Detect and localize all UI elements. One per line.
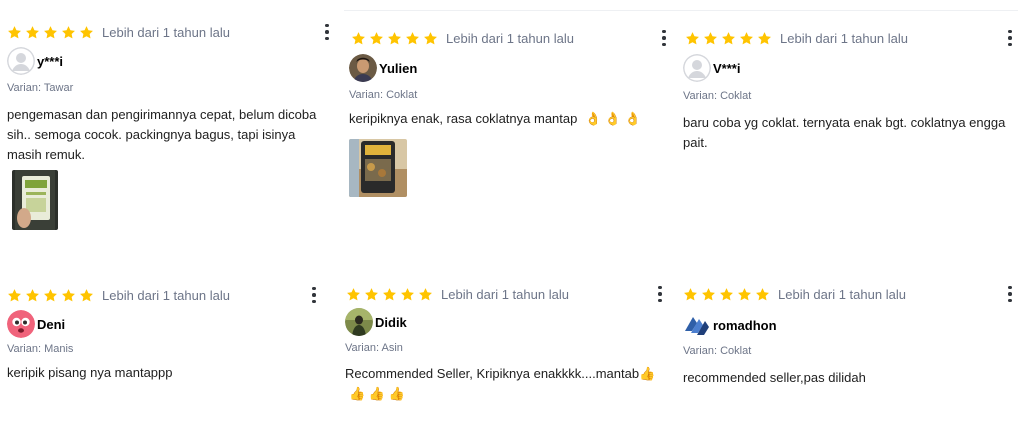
star-icon — [382, 287, 397, 302]
review-card: Lebih dari 1 tahun lalu Didik Varian: As… — [344, 283, 678, 418]
star-icon — [43, 25, 58, 40]
rating-row: Lebih dari 1 tahun lalu — [346, 283, 569, 305]
star-rating — [7, 25, 94, 40]
star-icon — [369, 31, 384, 46]
star-icon — [346, 287, 361, 302]
star-icon — [351, 31, 366, 46]
ok-hand-emoji: 👌 👌 👌 — [584, 111, 641, 126]
review-text: keripiknya enak, rasa coklatnya mantap 👌… — [349, 109, 674, 129]
review-photo[interactable] — [12, 170, 58, 230]
reviewer: Yulien — [349, 54, 417, 82]
reviewer-name[interactable]: Didik — [375, 315, 407, 330]
reviewer: romadhon — [683, 311, 777, 339]
star-icon — [739, 31, 754, 46]
review-text: keripik pisang nya mantappp — [7, 365, 173, 380]
star-icon — [364, 287, 379, 302]
star-icon — [7, 288, 22, 303]
divider — [678, 10, 1018, 11]
star-icon — [43, 288, 58, 303]
thumbs-up-emoji: 👍 — [639, 366, 656, 381]
default-avatar-icon — [683, 54, 711, 82]
star-rating — [685, 31, 772, 46]
star-icon — [387, 31, 402, 46]
star-icon — [7, 25, 22, 40]
reviewer-name[interactable]: romadhon — [713, 318, 777, 333]
review-time: Lebih dari 1 tahun lalu — [102, 24, 230, 40]
star-icon — [25, 288, 40, 303]
review-time: Lebih dari 1 tahun lalu — [778, 286, 906, 302]
variant-label: Varian: Tawar — [7, 82, 74, 94]
star-icon — [703, 31, 718, 46]
star-icon — [719, 287, 734, 302]
variant-label: Varian: Manis — [7, 343, 74, 355]
review-text: baru coba yg coklat. ternyata enak bgt. … — [683, 115, 1006, 150]
reviewer-name[interactable]: Deni — [37, 317, 65, 332]
default-avatar-icon — [7, 47, 35, 75]
divider — [344, 10, 678, 11]
variant-label: Varian: Asin — [345, 342, 403, 354]
star-icon — [405, 31, 420, 46]
star-rating — [7, 288, 94, 303]
star-icon — [701, 287, 716, 302]
star-icon — [423, 31, 438, 46]
emoji-avatar-icon — [7, 310, 35, 338]
star-icon — [755, 287, 770, 302]
star-icon — [685, 31, 700, 46]
review-card: Lebih dari 1 tahun lalu y***i Varian: Ta… — [7, 20, 337, 250]
star-icon — [757, 31, 772, 46]
reviewer: V***i — [683, 54, 740, 82]
star-icon — [400, 287, 415, 302]
review-text: Recommended Seller, Kripiknya enakkkk...… — [345, 364, 675, 404]
more-options-icon[interactable] — [306, 284, 322, 306]
reviewer: Didik — [345, 308, 407, 336]
user-photo-avatar — [345, 308, 373, 336]
reviewer-name[interactable]: Yulien — [379, 61, 417, 76]
reviewer: Deni — [7, 310, 65, 338]
rating-row: Lebih dari 1 tahun lalu — [7, 284, 230, 306]
thumbs-up-emoji: 👍 👍 👍 — [349, 386, 405, 401]
star-rating — [346, 287, 433, 302]
rating-row: Lebih dari 1 tahun lalu — [683, 283, 906, 305]
more-options-icon[interactable] — [652, 283, 668, 305]
variant-label: Varian: Coklat — [683, 345, 752, 357]
logo-avatar-icon — [683, 311, 711, 339]
review-card: Lebih dari 1 tahun lalu Deni Varian: Man… — [7, 284, 337, 414]
review-text: pengemasan dan pengirimannya cepat, belu… — [7, 107, 317, 162]
review-card: Lebih dari 1 tahun lalu Yulien Varian: C… — [344, 10, 678, 250]
more-options-icon[interactable] — [1002, 27, 1018, 49]
review-text-body: keripiknya enak, rasa coklatnya mantap — [349, 111, 578, 126]
variant-label: Varian: Coklat — [349, 89, 418, 101]
star-icon — [79, 288, 94, 303]
review-card: Lebih dari 1 tahun lalu V***i Varian: Co… — [678, 10, 1018, 250]
star-icon — [721, 31, 736, 46]
review-time: Lebih dari 1 tahun lalu — [102, 287, 230, 303]
rating-row: Lebih dari 1 tahun lalu — [685, 27, 908, 49]
review-card: Lebih dari 1 tahun lalu romadhon Varian:… — [678, 283, 1018, 418]
rating-row: Lebih dari 1 tahun lalu — [351, 27, 574, 49]
review-photo[interactable] — [349, 139, 407, 197]
reviewer-name[interactable]: y***i — [37, 54, 63, 69]
star-rating — [683, 287, 770, 302]
more-options-icon[interactable] — [319, 21, 335, 43]
star-icon — [737, 287, 752, 302]
star-icon — [79, 25, 94, 40]
user-photo-avatar — [349, 54, 377, 82]
review-time: Lebih dari 1 tahun lalu — [441, 286, 569, 302]
star-rating — [351, 31, 438, 46]
review-text: recommended seller,pas dilidah — [683, 370, 866, 385]
reviewer: y***i — [7, 47, 63, 75]
star-icon — [683, 287, 698, 302]
review-time: Lebih dari 1 tahun lalu — [780, 30, 908, 46]
star-icon — [25, 25, 40, 40]
more-options-icon[interactable] — [1002, 283, 1018, 305]
review-time: Lebih dari 1 tahun lalu — [446, 30, 574, 46]
star-icon — [61, 25, 76, 40]
star-icon — [61, 288, 76, 303]
star-icon — [418, 287, 433, 302]
variant-label: Varian: Coklat — [683, 90, 752, 102]
rating-row: Lebih dari 1 tahun lalu — [7, 21, 230, 43]
reviewer-name[interactable]: V***i — [713, 61, 740, 76]
review-text-body: Recommended Seller, Kripiknya enakkkk...… — [345, 366, 640, 381]
more-options-icon[interactable] — [656, 27, 672, 49]
